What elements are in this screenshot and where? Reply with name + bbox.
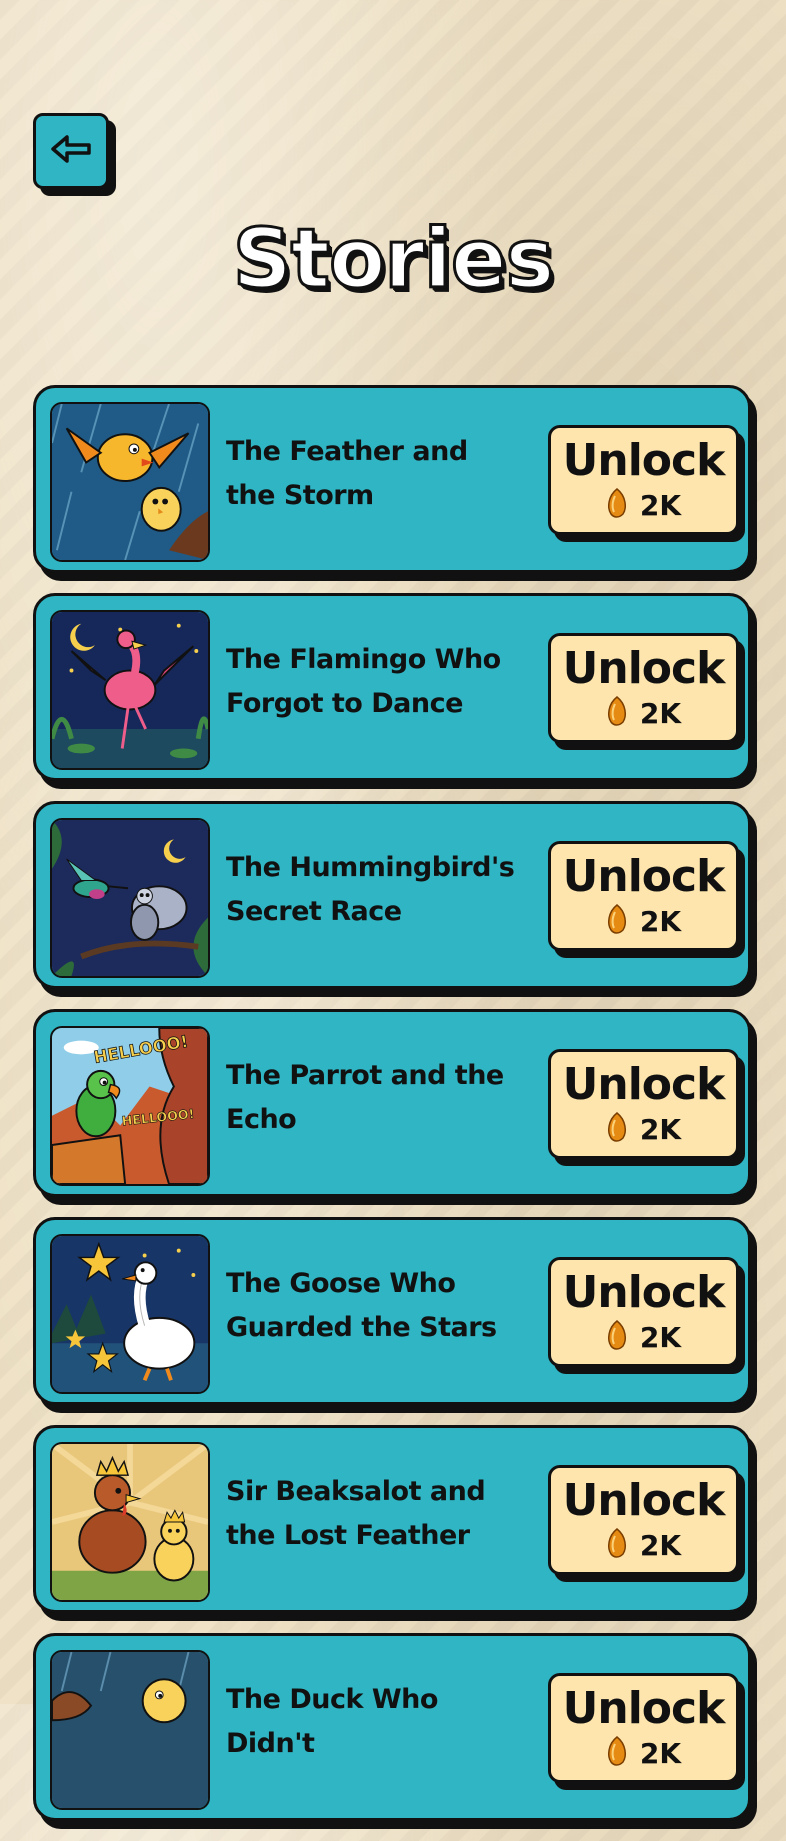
price: 2K — [606, 1112, 681, 1146]
back-button[interactable] — [33, 113, 109, 189]
story-title: Sir Beaksalot and the Lost Feather — [226, 1476, 486, 1551]
unlock-button[interactable]: Unlock 2K — [548, 841, 739, 951]
story-card: HELLOOO! HELLOOO! The Parrot and the Ech… — [33, 1009, 751, 1197]
story-title: The Hummingbird's Secret Race — [226, 852, 515, 927]
story-thumbnail[interactable] — [50, 402, 210, 562]
unlock-button[interactable]: Unlock 2K — [548, 1257, 739, 1367]
seed-coin-icon — [606, 1320, 628, 1354]
story-thumbnail[interactable]: HELLOOO! HELLOOO! — [50, 1026, 210, 1186]
unlock-button[interactable]: Unlock 2K — [548, 1673, 739, 1783]
story-title: The Goose Who Guarded the Stars — [226, 1268, 497, 1343]
story-thumbnail[interactable] — [50, 1442, 210, 1602]
unlock-button[interactable]: Unlock 2K — [548, 1465, 739, 1575]
price: 2K — [606, 1736, 681, 1770]
story-thumbnail[interactable] — [50, 1234, 210, 1394]
seed-coin-icon — [606, 904, 628, 938]
price: 2K — [606, 696, 681, 730]
rooster-king-image — [52, 1444, 208, 1600]
page-title: Stories — [231, 211, 556, 309]
price-text: 2K — [639, 1528, 682, 1562]
price-text: 2K — [639, 1112, 682, 1146]
hummingbird-moth-image — [52, 820, 208, 976]
unlock-label: Unlock — [562, 1683, 726, 1734]
story-list: The Feather and the Storm Unlock 2K The … — [33, 385, 753, 1841]
unlock-label: Unlock — [562, 851, 726, 902]
price: 2K — [606, 1528, 681, 1562]
story-card: The Hummingbird's Secret Race Unlock 2K — [33, 801, 751, 989]
unlock-button[interactable]: Unlock 2K — [548, 1049, 739, 1159]
seed-coin-icon — [606, 488, 628, 522]
unlock-button[interactable]: Unlock 2K — [548, 633, 739, 743]
price-text: 2K — [639, 1736, 682, 1770]
price: 2K — [606, 1320, 681, 1354]
unlock-label: Unlock — [562, 1475, 726, 1526]
storm-chicks-image — [52, 404, 208, 560]
unlock-label: Unlock — [562, 435, 726, 486]
price-text: 2K — [639, 696, 682, 730]
story-thumbnail[interactable] — [50, 610, 210, 770]
price-text: 2K — [639, 904, 682, 938]
duck-rain-image — [52, 1652, 208, 1808]
seed-coin-icon — [606, 696, 628, 730]
seed-coin-icon — [606, 1736, 628, 1770]
unlock-label: Unlock — [562, 1267, 726, 1318]
story-card: The Feather and the Storm Unlock 2K — [33, 385, 751, 573]
parrot-canyon-image: HELLOOO! HELLOOO! — [52, 1028, 208, 1184]
story-card: The Goose Who Guarded the Stars Unlock 2… — [33, 1217, 751, 1405]
unlock-label: Unlock — [562, 643, 726, 694]
seed-coin-icon — [606, 1528, 628, 1562]
price: 2K — [606, 488, 681, 522]
back-arrow-icon — [49, 134, 93, 168]
story-thumbnail[interactable] — [50, 818, 210, 978]
price-text: 2K — [639, 1320, 682, 1354]
price-text: 2K — [639, 488, 682, 522]
goose-stars-image — [52, 1236, 208, 1392]
story-title: The Flamingo Who Forgot to Dance — [226, 644, 501, 719]
unlock-label: Unlock — [562, 1059, 726, 1110]
story-title: The Duck Who Didn't — [226, 1684, 438, 1759]
price: 2K — [606, 904, 681, 938]
story-card: The Duck Who Didn't Unlock 2K — [33, 1633, 751, 1821]
seed-coin-icon — [606, 1112, 628, 1146]
story-title: The Parrot and the Echo — [226, 1060, 504, 1135]
story-card: The Flamingo Who Forgot to Dance Unlock … — [33, 593, 751, 781]
story-title: The Feather and the Storm — [226, 436, 468, 511]
unlock-button[interactable]: Unlock 2K — [548, 425, 739, 535]
story-thumbnail[interactable] — [50, 1650, 210, 1810]
flamingo-night-image — [52, 612, 208, 768]
story-card: Sir Beaksalot and the Lost Feather Unloc… — [33, 1425, 751, 1613]
